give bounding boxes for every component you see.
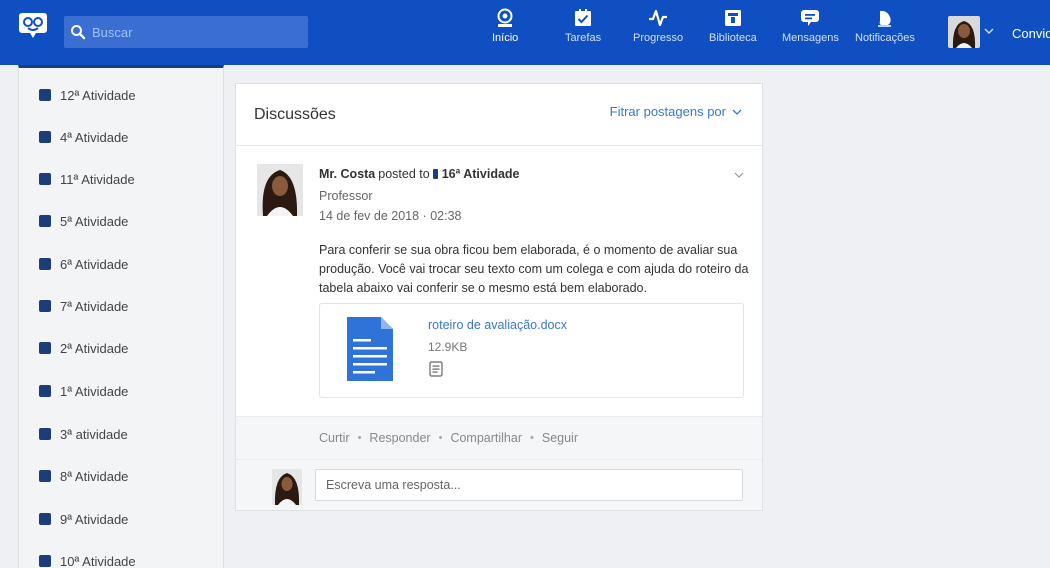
sidebar-item-2-atividade[interactable]: 2ª Atividade — [39, 338, 128, 358]
sidebar-item-label: 5ª Atividade — [60, 213, 129, 229]
sidebar-item-label: 1ª Atividade — [60, 383, 129, 399]
chevron-down-icon[interactable] — [984, 26, 994, 36]
discussions-card: Discussões Fitrar postagens por Mr. Cost… — [235, 83, 763, 511]
search-input[interactable] — [92, 24, 292, 40]
sidebar-item-label: 7ª Atividade — [60, 298, 129, 314]
author-role: Professor — [319, 189, 373, 203]
nav-notificacoes[interactable]: Notificações — [855, 8, 915, 60]
follow-link[interactable]: Seguir — [542, 431, 578, 445]
share-link[interactable]: Compartilhar — [450, 431, 522, 445]
home-icon — [497, 8, 513, 27]
page-title: Discussões — [254, 106, 336, 123]
group-color-dot — [39, 342, 51, 354]
separator-dot: • — [438, 432, 443, 444]
nav-label: Início — [492, 32, 519, 44]
nav-label: Progresso — [633, 32, 684, 44]
reply-area — [236, 460, 762, 510]
nav-label: Tarefas — [565, 32, 602, 44]
like-link[interactable]: Curtir — [319, 431, 350, 445]
edmodo-logo-icon[interactable] — [16, 8, 50, 42]
preview-icon[interactable] — [429, 361, 443, 377]
sidebar-item-5-atividade[interactable]: 5ª Atividade — [39, 211, 128, 231]
nav-inicio[interactable]: Início — [492, 8, 518, 60]
search-icon — [71, 25, 86, 40]
nav-label: Biblioteca — [709, 32, 757, 44]
sidebar-item-7-atividade[interactable]: 7ª Atividade — [39, 296, 128, 316]
group-color-dot — [39, 385, 51, 397]
sidebar-item-label: 3ª atividade — [60, 426, 128, 442]
group-color-dot — [39, 513, 51, 525]
tasks-icon — [575, 9, 592, 26]
sidebar-item-8-atividade[interactable]: 8ª Atividade — [39, 466, 128, 486]
sidebar-item-10-atividade[interactable]: 10ª Atividade — [39, 551, 136, 568]
sidebar-item-label: 11ª Atividade — [60, 171, 135, 187]
post-author[interactable]: Mr. Costa — [319, 167, 375, 181]
nav-label: Notificações — [855, 32, 915, 44]
sidebar-item-3-atividade[interactable]: 3ª atividade — [39, 424, 128, 444]
sidebar-item-11-atividade[interactable]: 11ª Atividade — [39, 169, 135, 189]
user-name[interactable]: Convid — [1012, 26, 1050, 41]
post-target-group[interactable]: 16ª Atividade — [442, 167, 520, 181]
attachment-size: 12.9KB — [428, 340, 468, 354]
group-color-dot — [39, 258, 51, 270]
attachment-card[interactable]: roteiro de avaliação.docx 12.9KB — [319, 303, 744, 398]
post-action-text: posted to — [378, 167, 430, 181]
search-box[interactable] — [64, 16, 308, 48]
post-actions-bar: Curtir • Responder • Compartilhar • Segu… — [236, 416, 762, 460]
library-icon — [724, 10, 741, 26]
chevron-down-icon[interactable] — [734, 170, 744, 180]
chevron-down-icon — [732, 109, 742, 115]
group-color-dot — [39, 555, 51, 567]
top-bar: Início Tarefas Progresso Biblioteca Men — [0, 0, 1050, 65]
nav-progresso[interactable]: Progresso — [633, 8, 683, 60]
author-avatar[interactable] — [257, 164, 303, 216]
nav-mensagens[interactable]: Mensagens — [782, 8, 839, 60]
nav-biblioteca[interactable]: Biblioteca — [709, 8, 757, 60]
group-color-dot — [39, 89, 51, 101]
current-user-avatar — [272, 469, 302, 505]
filter-posts-dropdown[interactable]: Fitrar postagens por — [610, 104, 742, 119]
group-color-dot — [39, 131, 51, 143]
separator-dot: • — [357, 432, 362, 444]
groups-sidebar: 12ª Atividade 4ª Atividade 11ª Atividade… — [18, 65, 224, 568]
sidebar-item-4-atividade[interactable]: 4ª Atividade — [39, 127, 128, 147]
separator-dot: • — [530, 432, 534, 444]
group-color-dot — [39, 215, 51, 227]
reply-link[interactable]: Responder — [369, 431, 430, 445]
nav-tarefas[interactable]: Tarefas — [565, 8, 601, 60]
group-color-dot — [432, 169, 438, 179]
group-color-dot — [39, 173, 51, 185]
sidebar-item-12-atividade[interactable]: 12ª Atividade — [39, 85, 136, 105]
messages-icon — [801, 10, 820, 26]
sidebar-item-1-atividade[interactable]: 1ª Atividade — [39, 381, 128, 401]
sidebar-item-9-atividade[interactable]: 9ª Atividade — [39, 509, 128, 529]
reply-input[interactable] — [315, 469, 743, 501]
sidebar-item-label: 10ª Atividade — [60, 553, 136, 568]
progress-icon — [649, 9, 668, 27]
post-body: Para conferir se sua obra ficou bem elab… — [319, 243, 749, 295]
notifications-icon — [877, 10, 891, 27]
sidebar-item-label: 4ª Atividade — [60, 129, 129, 145]
group-color-dot — [39, 300, 51, 312]
filter-label: Fitrar postagens por — [609, 104, 726, 119]
attachment-filename[interactable]: roteiro de avaliação.docx — [428, 318, 567, 332]
post-timestamp: 14 de fev de 2018 · 02:38 — [319, 209, 462, 223]
discussions-header: Discussões Fitrar postagens por — [236, 84, 762, 146]
nav-label: Mensagens — [782, 32, 839, 44]
sidebar-item-label: 2ª Atividade — [60, 340, 129, 356]
sidebar-item-label: 9ª Atividade — [60, 511, 129, 527]
sidebar-item-label: 8ª Atividade — [60, 468, 129, 484]
sidebar-item-label: 12ª Atividade — [60, 87, 136, 103]
sidebar-item-label: 6ª Atividade — [60, 256, 129, 272]
group-color-dot — [39, 428, 51, 440]
user-avatar[interactable] — [948, 16, 980, 48]
group-color-dot — [39, 470, 51, 482]
document-icon — [347, 317, 393, 381]
sidebar-item-6-atividade[interactable]: 6ª Atividade — [39, 254, 128, 274]
post-header: Mr. Costa posted to 16ª Atividade — [319, 167, 520, 181]
